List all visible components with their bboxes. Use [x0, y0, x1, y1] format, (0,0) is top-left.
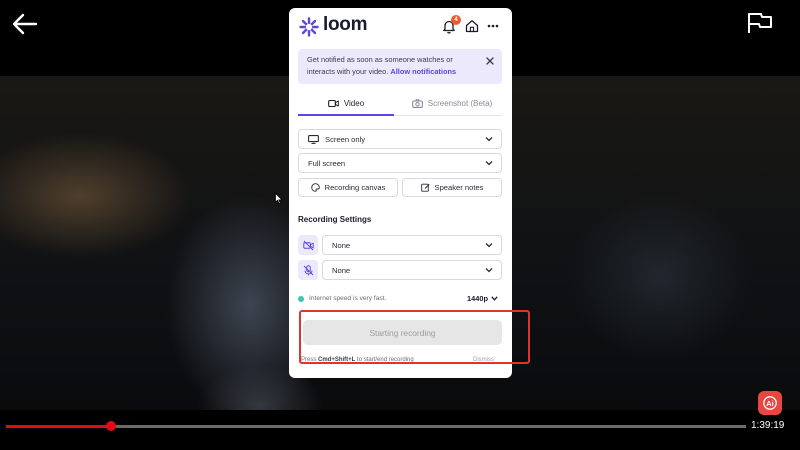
microphone-select[interactable]: None: [322, 260, 502, 280]
camera-off-icon: [302, 240, 314, 250]
speaker-notes-button[interactable]: Speaker notes: [402, 178, 502, 197]
seek-bar-thumb[interactable]: [106, 421, 117, 431]
internet-status-dot: [298, 296, 304, 302]
ai-assistant-button[interactable]: Ai: [758, 391, 782, 415]
mouse-cursor-icon: [275, 193, 283, 204]
chevron-down-icon: [485, 137, 493, 142]
quality-select[interactable]: 1440p: [467, 294, 488, 303]
tab-video-label: Video: [343, 98, 365, 108]
mode-tabs: Video Screenshot (Beta): [298, 92, 502, 116]
recording-settings-title: Recording Settings: [298, 215, 372, 224]
capture-size-select[interactable]: Full screen: [298, 153, 502, 173]
camera-select-value: None: [332, 240, 351, 250]
palette-icon: [310, 183, 320, 192]
camera-icon: [411, 99, 423, 108]
allow-notifications-link[interactable]: Allow notifications: [390, 67, 456, 76]
microphone-toggle[interactable]: [298, 260, 318, 280]
seek-bar[interactable]: [6, 421, 746, 431]
svg-text:Ai: Ai: [766, 399, 774, 408]
notification-badge: 4: [451, 15, 461, 25]
recording-canvas-label: Recording canvas: [324, 183, 386, 192]
capture-size-value: Full screen: [308, 158, 346, 168]
camera-select[interactable]: None: [322, 235, 502, 255]
capture-source-select[interactable]: Screen only: [298, 129, 502, 149]
annotation-highlight-box: [299, 310, 530, 364]
close-icon[interactable]: [486, 57, 494, 65]
report-flag-icon[interactable]: [746, 12, 774, 34]
chevron-down-icon: [485, 268, 493, 273]
camera-toggle[interactable]: [298, 235, 318, 255]
chevron-down-icon[interactable]: [491, 296, 498, 301]
tab-screenshot-label: Screenshot (Beta): [427, 99, 493, 108]
recording-canvas-button[interactable]: Recording canvas: [298, 178, 398, 197]
panel-header: loom 4: [289, 8, 512, 48]
seek-bar-played: [6, 425, 112, 428]
time-remaining: 1:39:19: [751, 420, 785, 431]
speaker-notes-label: Speaker notes: [434, 183, 484, 192]
internet-status-text: Internet speed is very fast.: [309, 295, 387, 302]
notification-prompt: Get notified as soon as someone watches …: [298, 49, 502, 84]
tab-screenshot[interactable]: Screenshot (Beta): [402, 92, 502, 115]
capture-source-value: Screen only: [325, 134, 366, 144]
home-icon[interactable]: [465, 19, 479, 33]
loom-logo-text: loom: [323, 14, 368, 35]
loom-logo-icon: [299, 17, 319, 37]
video-camera-icon: [327, 99, 339, 107]
back-arrow-icon[interactable]: [10, 12, 38, 36]
more-options-icon[interactable]: [487, 24, 499, 28]
chevron-down-icon: [485, 243, 493, 248]
monitor-icon: [308, 134, 319, 144]
ai-icon: Ai: [763, 396, 777, 410]
microphone-select-value: None: [332, 265, 351, 275]
chevron-down-icon: [485, 161, 493, 166]
notes-icon: [420, 183, 430, 192]
microphone-off-icon: [303, 264, 313, 275]
tab-video[interactable]: Video: [298, 92, 394, 116]
